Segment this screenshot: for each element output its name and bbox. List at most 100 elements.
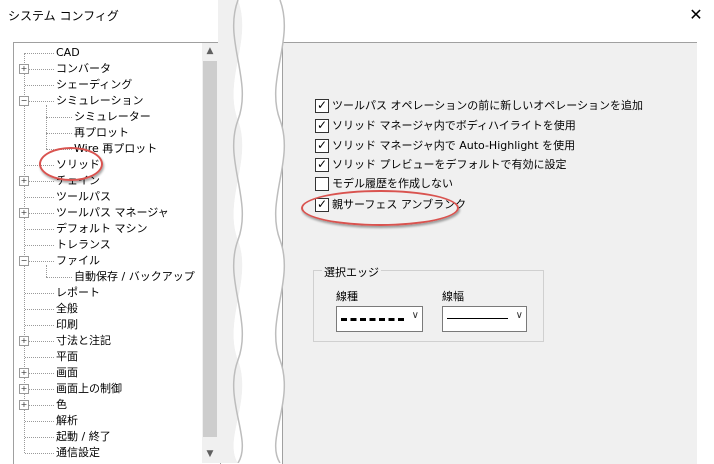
tree-item[interactable]: + ツールパス マネージャ xyxy=(14,205,202,221)
tree-branch-line xyxy=(25,437,54,438)
tree-item-label: 色 xyxy=(56,398,67,411)
tree-branch-line xyxy=(25,197,54,198)
chevron-down-icon: ∨ xyxy=(515,310,523,321)
tree-item-label: 画面上の制御 xyxy=(56,382,122,395)
expand-icon[interactable]: + xyxy=(19,336,29,346)
title-bar: システム コンフィグ ✕ xyxy=(0,0,714,32)
tree-item[interactable]: 平面 xyxy=(14,349,202,365)
checkbox[interactable]: ✓ xyxy=(315,98,329,113)
tree-item[interactable]: + 寸法と注記 xyxy=(14,333,202,349)
tree-branch-line xyxy=(46,133,72,134)
option-label: モデル履歴を作成しない xyxy=(332,177,453,190)
tree-item[interactable]: − ファイル xyxy=(14,253,202,269)
line-width-label: 線幅 xyxy=(442,290,464,303)
tree-branch-line xyxy=(25,101,54,102)
tree-branch-line xyxy=(25,421,54,422)
scroll-down-button[interactable]: ▼ xyxy=(202,446,218,463)
tree-branch-line xyxy=(25,341,54,342)
tree-branch-line xyxy=(46,277,72,278)
collapse-icon[interactable]: − xyxy=(19,96,29,106)
checkmark-icon: ✓ xyxy=(317,157,328,171)
line-type-label: 線種 xyxy=(336,290,358,303)
tree-branch-line xyxy=(25,453,54,454)
scroll-thumb[interactable] xyxy=(203,61,217,437)
tree-item[interactable]: 全般 xyxy=(14,301,202,317)
tree-item-label: 通信設定 xyxy=(56,446,100,459)
tree-branch-line xyxy=(25,69,54,70)
tree-item[interactable]: + 色 xyxy=(14,397,202,413)
tree-item-label: ツールパス マネージャ xyxy=(56,206,169,219)
scroll-up-button[interactable]: ▲ xyxy=(202,43,218,60)
parent-surface-callout xyxy=(301,190,459,226)
tree-item[interactable]: トレランス xyxy=(14,237,202,253)
tree-item[interactable]: 自動保存 / バックアップ xyxy=(14,269,202,285)
option-label: ツールパス オペレーションの前に新しいオペレーションを追加 xyxy=(332,99,644,112)
checkbox[interactable]: ✓ xyxy=(315,118,329,133)
tree-branch-line xyxy=(46,117,72,118)
tree-item[interactable]: + 画面上の制御 xyxy=(14,381,202,397)
tree-item[interactable]: + 画面 xyxy=(14,365,202,381)
tree-item-label: ファイル xyxy=(56,254,100,267)
tree-branch-line xyxy=(25,309,54,310)
expand-icon[interactable]: + xyxy=(19,368,29,378)
tree-item[interactable]: ツールパス xyxy=(14,189,202,205)
category-tree[interactable]: CAD + コンバータ シェーディング − シミュレーション シミュレーター 再プロット Wir… xyxy=(13,42,221,464)
line-type-combo[interactable]: ∨ xyxy=(336,306,423,332)
line-width-preview xyxy=(447,318,508,319)
tree-branch-line xyxy=(25,357,54,358)
close-icon: ✕ xyxy=(689,5,703,24)
tree-item[interactable]: 印刷 xyxy=(14,317,202,333)
collapse-icon[interactable]: − xyxy=(19,256,29,266)
tree-item-label: デフォルト マシン xyxy=(56,222,148,235)
tree-branch-line xyxy=(25,85,54,86)
tree-item[interactable]: 解析 xyxy=(14,413,202,429)
tree-branch-line xyxy=(25,261,54,262)
option-label: ソリッド マネージャ内でボディハイライトを使用 xyxy=(332,119,576,132)
checkmark-icon: ✓ xyxy=(317,138,328,152)
tree-item-label: 再プロット xyxy=(74,126,129,139)
tree-branch-line xyxy=(25,245,54,246)
tree-item[interactable]: レポート xyxy=(14,285,202,301)
tree-item[interactable]: シミュレーター xyxy=(14,109,202,125)
tree-item-label: CAD xyxy=(56,46,80,59)
expand-icon[interactable]: + xyxy=(19,400,29,410)
tree-branch-line xyxy=(25,181,54,182)
tree-item-label: 印刷 xyxy=(56,318,78,331)
chevron-up-icon: ▲ xyxy=(206,46,214,56)
option-label: ソリッド マネージャ内で Auto-Highlight を使用 xyxy=(332,139,576,152)
expand-icon[interactable]: + xyxy=(19,384,29,394)
tree-item[interactable]: CAD xyxy=(14,45,202,61)
tree-item-label: シミュレーション xyxy=(56,94,144,107)
tree-item[interactable]: − シミュレーション xyxy=(14,93,202,109)
tree-item-label: トレランス xyxy=(56,238,111,251)
checkbox[interactable]: ✓ xyxy=(315,157,329,172)
line-width-combo[interactable]: ∨ xyxy=(442,306,527,332)
tree-item[interactable]: + チェイン xyxy=(14,173,202,189)
tree-branch-line xyxy=(25,229,54,230)
tree-branch-line xyxy=(25,293,54,294)
tree-scrollbar[interactable]: ▲ ▼ xyxy=(202,43,218,463)
tree-item-label: 解析 xyxy=(56,414,78,427)
tree-item-label: ツールパス xyxy=(56,190,111,203)
tree-item-label: コンバータ xyxy=(56,62,111,75)
tree-item[interactable]: デフォルト マシン xyxy=(14,221,202,237)
option-label: ソリッド プレビューをデフォルトで有効に設定 xyxy=(332,158,567,171)
close-button[interactable]: ✕ xyxy=(684,4,708,26)
tree-item-label: レポート xyxy=(56,286,100,299)
tree-item[interactable]: + コンバータ xyxy=(14,61,202,77)
tree-branch-line xyxy=(25,389,54,390)
chevron-down-icon: ▼ xyxy=(206,449,214,459)
tree-branch-line xyxy=(25,325,54,326)
expand-icon[interactable]: + xyxy=(19,64,29,74)
tree-branch-line xyxy=(25,405,54,406)
tree-item[interactable]: シェーディング xyxy=(14,77,202,93)
checkbox[interactable] xyxy=(315,177,329,191)
expand-icon[interactable]: + xyxy=(19,176,29,186)
tree-item[interactable]: 再プロット xyxy=(14,125,202,141)
tree-item[interactable]: 起動 / 終了 xyxy=(14,429,202,445)
tree-item[interactable]: 通信設定 xyxy=(14,445,202,461)
checkbox[interactable]: ✓ xyxy=(315,138,329,153)
expand-icon[interactable]: + xyxy=(19,208,29,218)
chevron-down-icon: ∨ xyxy=(411,310,419,321)
checkmark-icon: ✓ xyxy=(317,118,328,132)
